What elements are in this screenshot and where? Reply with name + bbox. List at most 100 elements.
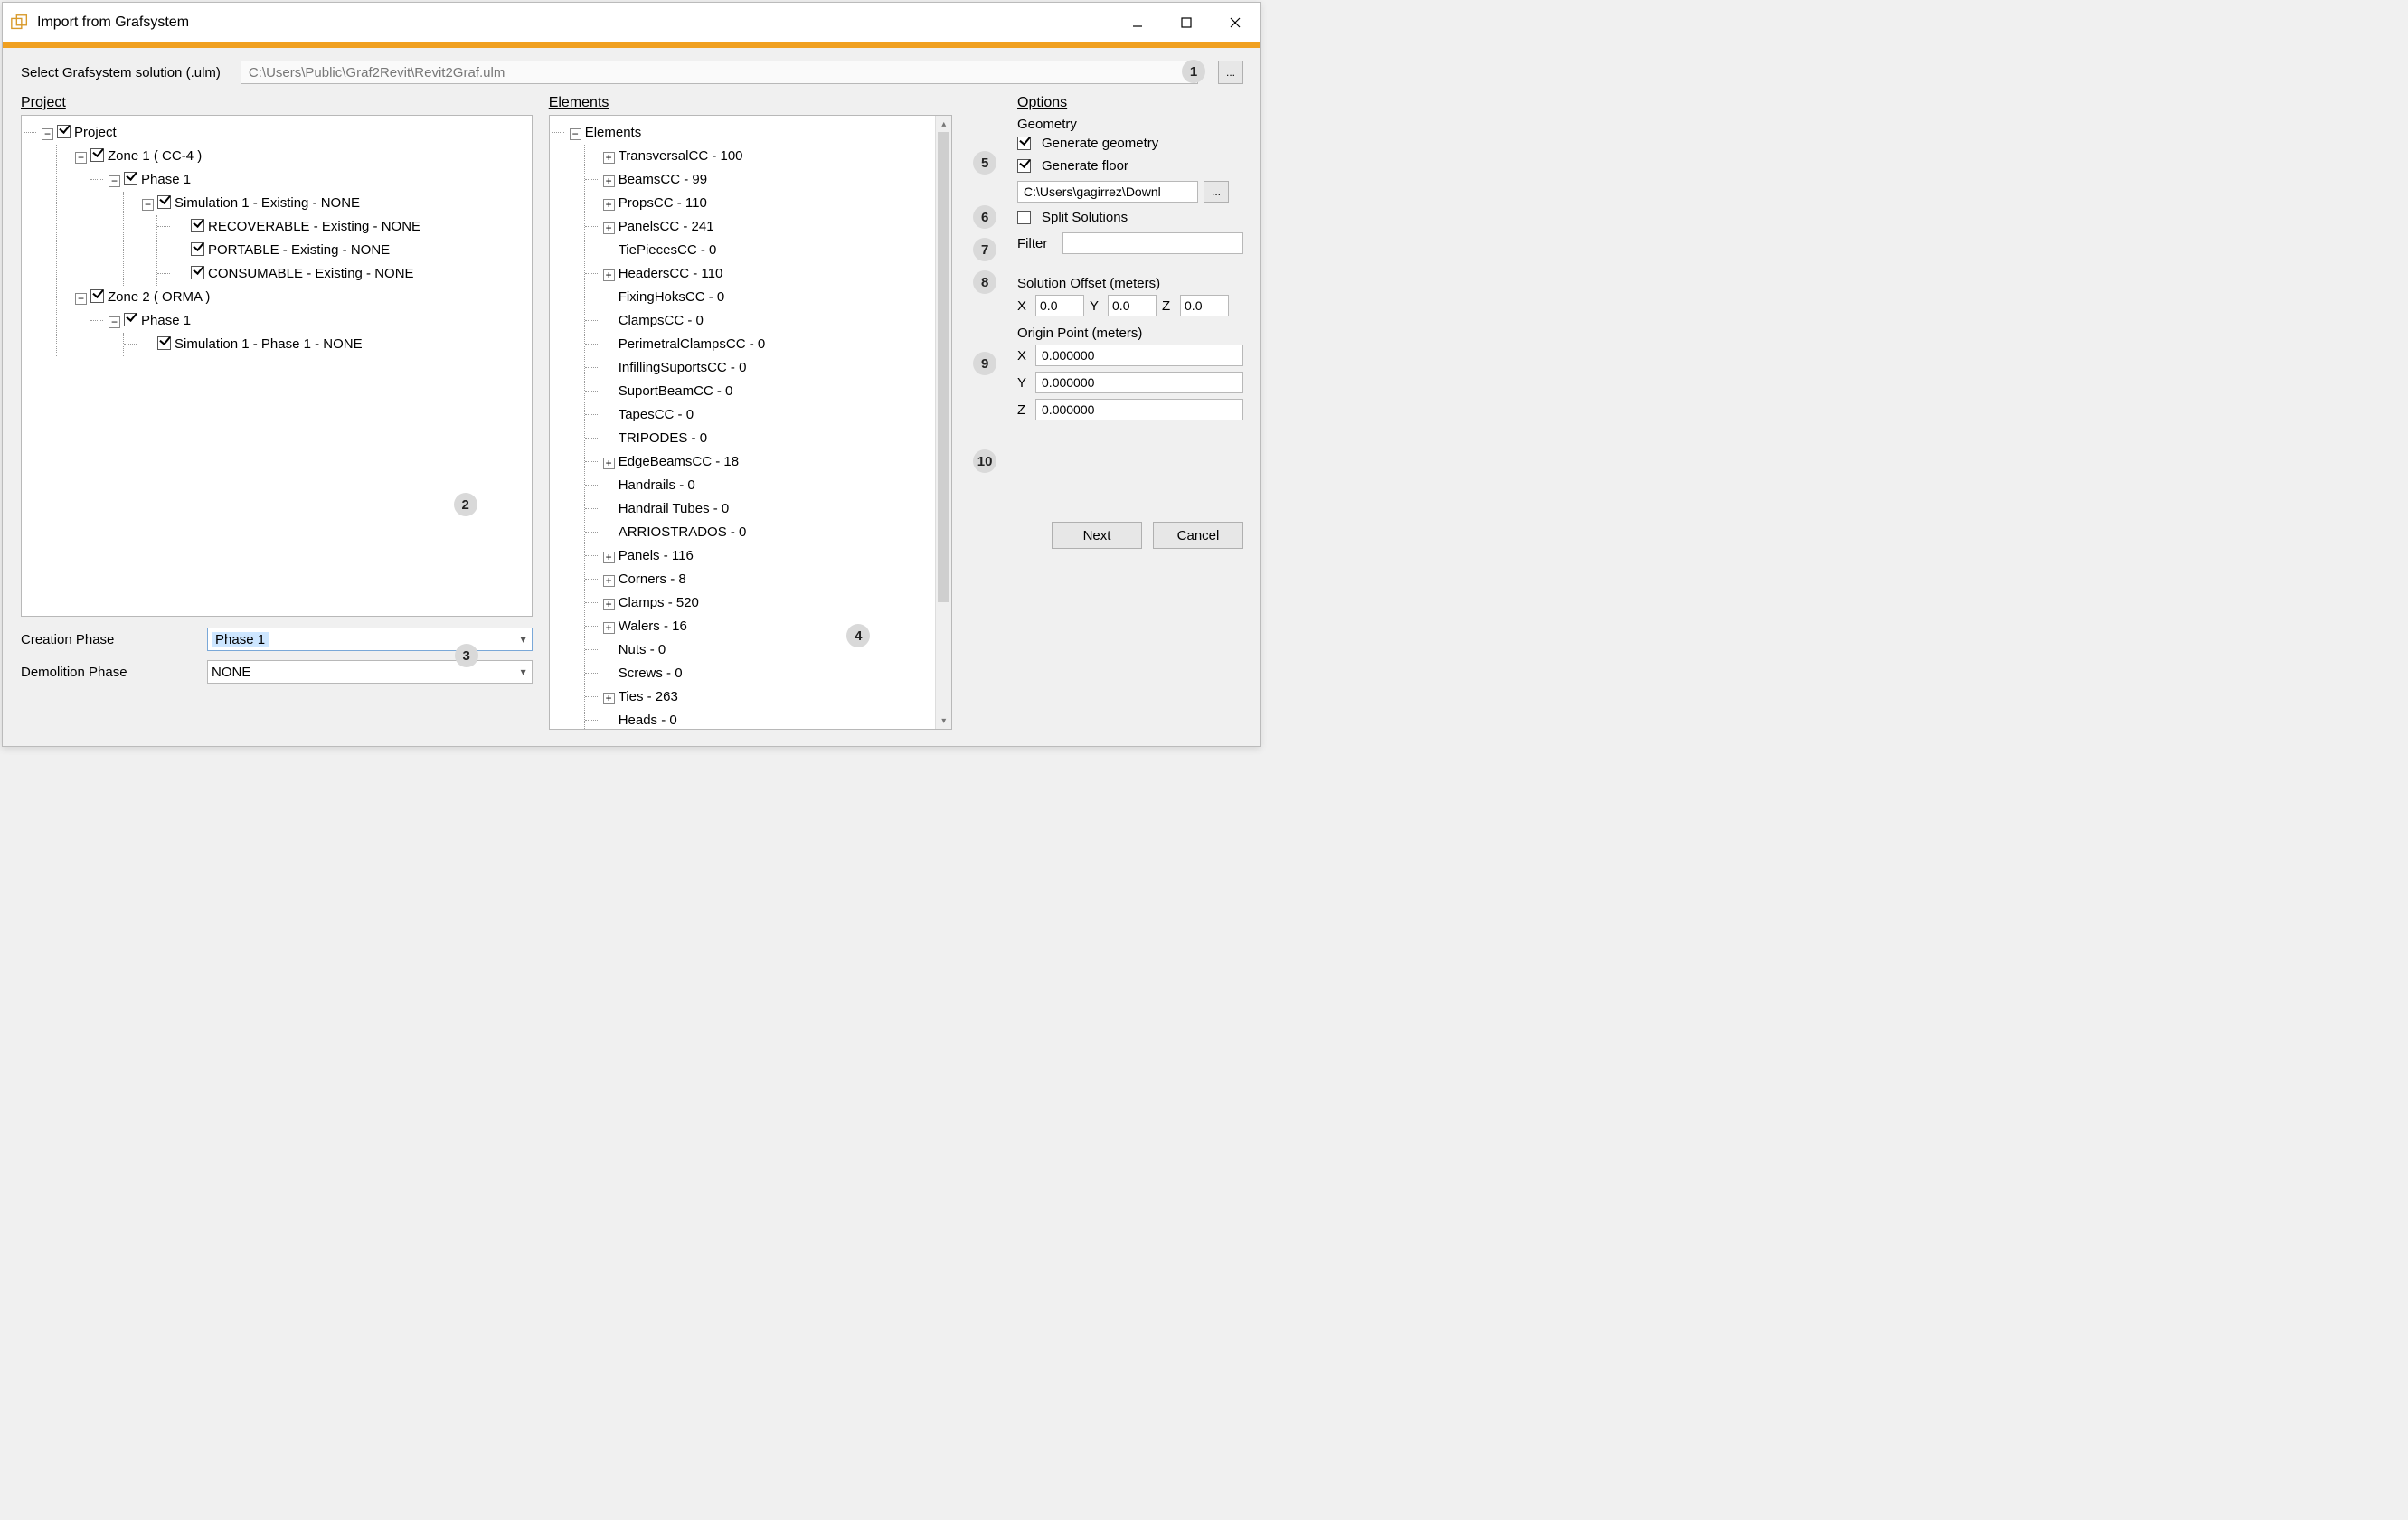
tree-label: Handrail Tubes - 0: [619, 501, 730, 516]
tree-node[interactable]: TapesCC - 0: [589, 403, 947, 427]
project-tree[interactable]: ProjectZone 1 ( CC-4 )Phase 1Simulation …: [21, 115, 533, 617]
tree-checkbox[interactable]: [191, 266, 204, 279]
tree-checkbox[interactable]: [124, 172, 137, 185]
callout-7: 7: [973, 238, 996, 261]
next-button[interactable]: Next: [1052, 522, 1142, 549]
tree-checkbox[interactable]: [191, 219, 204, 232]
tree-toggle-icon[interactable]: [75, 293, 87, 305]
tree-node[interactable]: PORTABLE - Existing - NONE: [161, 239, 526, 262]
origin-z-input[interactable]: [1035, 399, 1243, 420]
tree-node[interactable]: PanelsCC - 241: [589, 215, 947, 239]
split-solutions-checkbox[interactable]: [1017, 211, 1031, 224]
tree-node[interactable]: ProjectZone 1 ( CC-4 )Phase 1Simulation …: [27, 121, 526, 356]
tree-node[interactable]: Zone 1 ( CC-4 )Phase 1Simulation 1 - Exi…: [61, 145, 526, 286]
scroll-up-icon[interactable]: ▴: [936, 116, 951, 132]
tree-node[interactable]: Ties - 263: [589, 685, 947, 709]
tree-node[interactable]: SuportBeamCC - 0: [589, 380, 947, 403]
tree-node[interactable]: Panels - 116: [589, 544, 947, 568]
tree-toggle-icon[interactable]: [603, 222, 615, 234]
tree-node[interactable]: BeamsCC - 99: [589, 168, 947, 192]
tree-node[interactable]: Phase 1Simulation 1 - Phase 1 - NONE: [94, 309, 526, 356]
tree-label: Ties - 263: [619, 689, 678, 704]
elements-tree[interactable]: ElementsTransversalCC - 100BeamsCC - 99P…: [549, 115, 953, 730]
tree-node[interactable]: EdgeBeamsCC - 18: [589, 450, 947, 474]
tree-toggle-icon[interactable]: [603, 152, 615, 164]
tree-node[interactable]: TiePiecesCC - 0: [589, 239, 947, 262]
cancel-button[interactable]: Cancel: [1153, 522, 1243, 549]
tree-node[interactable]: Walers - 16: [589, 615, 947, 638]
tree-toggle-icon[interactable]: [570, 128, 581, 140]
tree-node[interactable]: RECOVERABLE - Existing - NONE: [161, 215, 526, 239]
filter-input[interactable]: [1062, 232, 1243, 254]
tree-checkbox[interactable]: [157, 195, 171, 209]
tree-toggle-icon[interactable]: [603, 552, 615, 563]
tree-node[interactable]: Handrails - 0: [589, 474, 947, 497]
tree-toggle-icon[interactable]: [75, 152, 87, 164]
scroll-thumb[interactable]: [938, 132, 949, 602]
tree-node[interactable]: Nuts - 0: [589, 638, 947, 662]
tree-node[interactable]: Simulation 1 - Existing - NONERECOVERABL…: [127, 192, 526, 286]
filter-label: Filter: [1017, 236, 1057, 251]
tree-node[interactable]: TransversalCC - 100: [589, 145, 947, 168]
tree-node[interactable]: TRIPODES - 0: [589, 427, 947, 450]
tree-label: Simulation 1 - Phase 1 - NONE: [175, 336, 363, 352]
scrollbar[interactable]: ▴ ▾: [935, 116, 951, 729]
offset-y-input[interactable]: [1108, 295, 1157, 316]
close-button[interactable]: [1211, 3, 1260, 42]
tree-node[interactable]: Handrail Tubes - 0: [589, 497, 947, 521]
tree-node[interactable]: Simulation 1 - Phase 1 - NONE: [127, 333, 526, 356]
tree-node[interactable]: Clamps - 520: [589, 591, 947, 615]
creation-phase-combo[interactable]: Phase 1 ▾: [207, 628, 533, 651]
tree-node[interactable]: Screws - 0: [589, 662, 947, 685]
minimize-button[interactable]: [1113, 3, 1162, 42]
tree-toggle-icon[interactable]: [603, 693, 615, 704]
tree-toggle-icon[interactable]: [603, 575, 615, 587]
tree-toggle-icon[interactable]: [42, 128, 53, 140]
tree-checkbox[interactable]: [124, 313, 137, 326]
tree-toggle-icon[interactable]: [603, 458, 615, 469]
generate-floor-checkbox[interactable]: [1017, 159, 1031, 173]
tree-node[interactable]: ClampsCC - 0: [589, 309, 947, 333]
generate-geometry-checkbox[interactable]: [1017, 137, 1031, 150]
browse-button[interactable]: ...: [1218, 61, 1243, 84]
offset-z-input[interactable]: [1180, 295, 1229, 316]
tree-toggle-icon[interactable]: [142, 199, 154, 211]
tree-node[interactable]: InfillingSuportsCC - 0: [589, 356, 947, 380]
tree-node[interactable]: Phase 1Simulation 1 - Existing - NONEREC…: [94, 168, 526, 286]
tree-toggle-icon[interactable]: [109, 175, 120, 187]
offset-x-input[interactable]: [1035, 295, 1084, 316]
tree-toggle-icon[interactable]: [603, 269, 615, 281]
tree-node[interactable]: PerimetralClampsCC - 0: [589, 333, 947, 356]
tree-toggle-icon[interactable]: [603, 622, 615, 634]
tree-label: ClampsCC - 0: [619, 313, 704, 328]
floor-browse-button[interactable]: ...: [1204, 181, 1229, 203]
scroll-down-icon[interactable]: ▾: [936, 713, 951, 729]
maximize-button[interactable]: [1162, 3, 1211, 42]
floor-path-input[interactable]: [1017, 181, 1198, 203]
solution-path-input[interactable]: [241, 61, 1198, 84]
tree-node[interactable]: Heads - 0: [589, 709, 947, 730]
tree-node[interactable]: PropsCC - 110: [589, 192, 947, 215]
tree-label: PORTABLE - Existing - NONE: [208, 242, 390, 258]
tree-checkbox[interactable]: [90, 289, 104, 303]
demolition-phase-combo[interactable]: NONE ▾: [207, 660, 533, 684]
tree-checkbox[interactable]: [157, 336, 171, 350]
tree-checkbox[interactable]: [90, 148, 104, 162]
tree-node[interactable]: HeadersCC - 110: [589, 262, 947, 286]
tree-checkbox[interactable]: [191, 242, 204, 256]
tree-node[interactable]: Zone 2 ( ORMA )Phase 1Simulation 1 - Pha…: [61, 286, 526, 356]
tree-toggle-icon[interactable]: [603, 199, 615, 211]
origin-x-input[interactable]: [1035, 345, 1243, 366]
tree-label: Clamps - 520: [619, 595, 699, 610]
tree-checkbox[interactable]: [57, 125, 71, 138]
tree-node[interactable]: CONSUMABLE - Existing - NONE: [161, 262, 526, 286]
tree-node[interactable]: FixingHoksCC - 0: [589, 286, 947, 309]
tree-node[interactable]: ElementsTransversalCC - 100BeamsCC - 99P…: [555, 121, 947, 730]
tree-toggle-icon[interactable]: [109, 316, 120, 328]
callout-5: 5: [973, 151, 996, 175]
tree-toggle-icon[interactable]: [603, 599, 615, 610]
tree-node[interactable]: ARRIOSTRADOS - 0: [589, 521, 947, 544]
tree-node[interactable]: Corners - 8: [589, 568, 947, 591]
origin-y-input[interactable]: [1035, 372, 1243, 393]
tree-toggle-icon[interactable]: [603, 175, 615, 187]
